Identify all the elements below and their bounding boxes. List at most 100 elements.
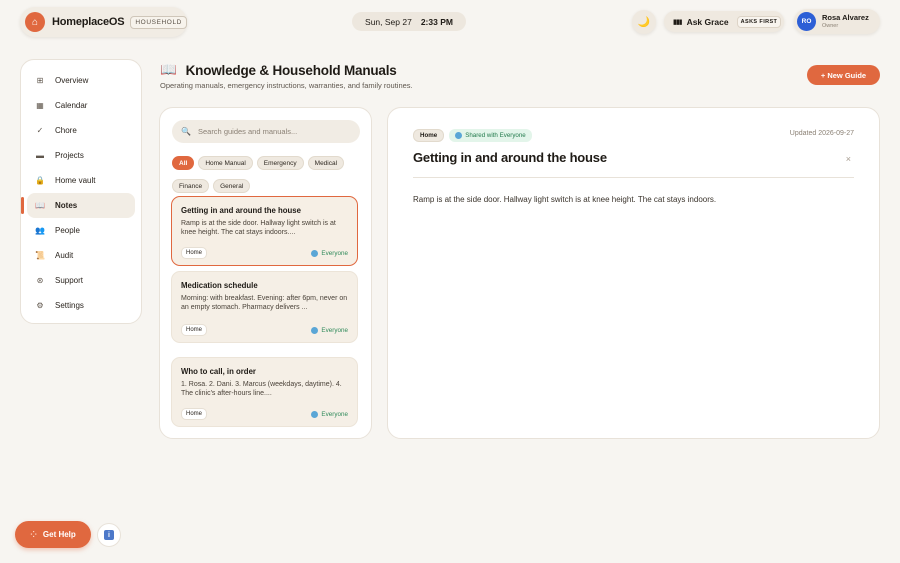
globe-icon (311, 326, 319, 334)
ask-grace-button[interactable]: ▮▮▮ Ask Grace ASKS FIRST (664, 11, 784, 32)
guide-card-excerpt: Ramp is at the side door. Hallway light … (181, 220, 336, 237)
ask-grace-label: Ask Grace (686, 16, 729, 27)
lock-icon: 🔒 (35, 176, 45, 185)
updated-date: Updated 2026-09-27 (789, 130, 854, 137)
guide-card-title: Medication schedule (181, 281, 258, 290)
filter-chip-all[interactable]: All (172, 156, 195, 170)
guide-card-excerpt: Morning: with breakfast. Evening: after … (181, 295, 348, 312)
sidebar-item-label: Support (55, 276, 84, 285)
filter-chip-finance[interactable]: Finance (172, 179, 210, 193)
people-icon: 👥 (35, 226, 45, 235)
filter-chip-medical[interactable]: Medical (307, 156, 345, 170)
divider (413, 177, 854, 178)
sidebar-item-overview[interactable]: ⊞ Overview (27, 68, 135, 93)
check-icon: ✓ (36, 126, 44, 135)
guide-detail-panel: Home Shared with Everyone Updated 2026-0… (387, 107, 880, 439)
get-help-label: Get Help (42, 530, 76, 539)
home-logo-icon: ⌂ (25, 12, 45, 32)
globe-icon (311, 410, 319, 418)
sidebar-item-label: Settings (55, 301, 84, 310)
visibility-text: Everyone (321, 410, 348, 418)
sidebar-item-label: Home vault (55, 176, 96, 185)
search-input[interactable] (197, 127, 348, 136)
lifebuoy-icon: ⊛ (36, 276, 44, 285)
date-label: Sun, Sep 27 (365, 16, 412, 27)
page-title: 📖 Knowledge & Household Manuals (160, 62, 397, 78)
info-button[interactable]: i (97, 523, 121, 547)
guide-card-excerpt: 1. Rosa. 2. Dani. 3. Marcus (weekdays, d… (181, 381, 342, 398)
theme-toggle-button[interactable]: 🌙 (632, 10, 656, 34)
guide-card[interactable]: Medication schedule Morning: with breakfa… (171, 271, 358, 343)
user-role: Owner (822, 22, 839, 29)
sidebar-item-chore[interactable]: ✓ Chore (27, 118, 135, 143)
get-help-button[interactable]: ⁘ Get Help (15, 521, 91, 548)
sidebar-item-label: People (55, 226, 80, 235)
avatar: RO (797, 12, 816, 31)
guide-body: Ramp is at the side door. Hallway light … (413, 195, 717, 204)
page-subtitle: Operating manuals, emergency instruction… (160, 81, 413, 90)
sidebar-item-notes[interactable]: 📖 Notes (21, 193, 135, 218)
search-bar[interactable]: 🔍 (172, 120, 360, 143)
book-icon: 📖 (160, 62, 177, 77)
brand-name: HomeplaceOS (52, 16, 125, 28)
filter-chips: All Home Manual Emergency Medical Finance Gen… (172, 152, 367, 198)
guide-title: Getting in and around the house (413, 150, 607, 165)
guide-card-tag: Home (181, 247, 208, 259)
folder-icon: ▬ (36, 151, 44, 160)
filter-chip-home-manual[interactable]: Home Manual (198, 156, 253, 170)
sidebar: ⊞ Overview ▦ Calendar ✓ Chore ▬ Projects 🔒 Home v… (20, 59, 142, 324)
calendar-icon: ▦ (36, 101, 44, 110)
page-title-text: Knowledge & Household Manuals (185, 62, 397, 78)
sidebar-item-label: Chore (55, 126, 77, 135)
book-icon: 📖 (35, 201, 45, 210)
visibility-label: Everyone (311, 326, 348, 334)
user-name: Rosa Alvarez (822, 13, 869, 22)
sidebar-item-people[interactable]: 👥 People (27, 218, 135, 243)
visibility-text: Everyone (321, 249, 348, 257)
guide-card-tag: Home (181, 408, 208, 420)
info-icon: i (104, 530, 114, 540)
filter-chip-emergency[interactable]: Emergency (256, 156, 304, 170)
household-badge: HOUSEHOLD (130, 15, 187, 29)
filter-chip-general[interactable]: General (213, 179, 251, 193)
help-dots-icon: ⁘ (30, 530, 37, 539)
sidebar-item-label: Audit (55, 251, 74, 260)
moon-icon: 🌙 (637, 16, 651, 28)
sidebar-item-settings[interactable]: ⚙ Settings (27, 293, 135, 318)
sidebar-item-label: Overview (55, 76, 89, 85)
user-menu[interactable]: RO Rosa Alvarez Owner (794, 9, 880, 34)
globe-icon (455, 132, 463, 139)
sidebar-item-label: Projects (55, 151, 84, 160)
globe-icon (311, 249, 319, 257)
brand[interactable]: ⌂ HomeplaceOS HOUSEHOLD (20, 7, 187, 37)
guide-card-title: Getting in and around the house (181, 206, 301, 215)
asks-first-badge: ASKS FIRST (736, 15, 782, 28)
grid-icon: ⊞ (36, 76, 44, 85)
search-icon: 🔍 (181, 127, 191, 136)
shared-badge: Shared with Everyone (449, 129, 532, 142)
close-icon[interactable]: × (846, 154, 851, 164)
date-time: Sun, Sep 27 2:33 PM (352, 12, 466, 31)
guide-card-title: Who to call, in order (181, 367, 256, 376)
gear-icon: ⚙ (36, 301, 44, 310)
visibility-label: Everyone (311, 249, 348, 257)
sidebar-item-support[interactable]: ⊛ Support (27, 268, 135, 293)
shared-label: Shared with Everyone (465, 132, 526, 139)
visibility-label: Everyone (311, 410, 348, 418)
sidebar-item-calendar[interactable]: ▦ Calendar (27, 93, 135, 118)
top-bar: ⌂ HomeplaceOS HOUSEHOLD Sun, Sep 27 2:33… (0, 0, 900, 44)
time-label: 2:33 PM (420, 16, 453, 27)
sidebar-item-audit[interactable]: 📜 Audit (27, 243, 135, 268)
guide-card[interactable]: Who to call, in order 1. Rosa. 2. Dani. 3… (171, 357, 358, 427)
new-guide-button[interactable]: + New Guide (807, 65, 880, 85)
category-tag: Home (413, 129, 445, 142)
sidebar-item-home-vault[interactable]: 🔒 Home vault (27, 168, 135, 193)
guide-card[interactable]: Getting in and around the house Ramp is a… (171, 196, 358, 266)
sidebar-item-label: Notes (55, 201, 78, 210)
voice-bars-icon: ▮▮▮ (673, 18, 683, 26)
scroll-icon: 📜 (35, 251, 45, 260)
sidebar-item-label: Calendar (55, 101, 88, 110)
guide-card-tag: Home (181, 324, 208, 336)
visibility-text: Everyone (321, 326, 348, 334)
sidebar-item-projects[interactable]: ▬ Projects (27, 143, 135, 168)
